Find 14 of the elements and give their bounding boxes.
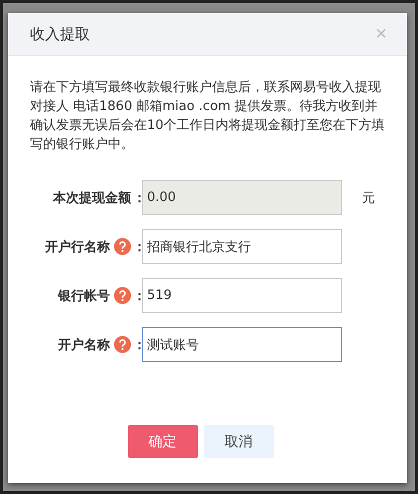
field-label: 银行帐号 [58, 288, 110, 304]
help-icon[interactable] [114, 287, 131, 304]
notice-text: 请在下方填写最终收款银行账户信息后，联系网易号收入提现对接人 电话1860 邮箱miao .com 提供发票。待我方收到并确认发票无误后会在10个工作日内将提现金额打至您在下方填写的银行账户中。 [30, 79, 385, 154]
unit-label: 元 [362, 190, 375, 206]
field-label: 开户行名称 [45, 238, 110, 256]
help-icon[interactable] [114, 238, 131, 255]
dialog-title: 收入提取 [30, 24, 90, 44]
field-label: 本次提现金额 [53, 190, 131, 206]
input-field[interactable]: 招商银行北京支行 [142, 229, 342, 264]
input-field[interactable]: 519 [142, 278, 342, 313]
field-label: 开户名称 [58, 336, 110, 354]
input-field[interactable]: 测试账号 [142, 327, 342, 362]
help-icon[interactable] [114, 336, 131, 353]
cancel-button[interactable]: 取消 [204, 425, 274, 458]
